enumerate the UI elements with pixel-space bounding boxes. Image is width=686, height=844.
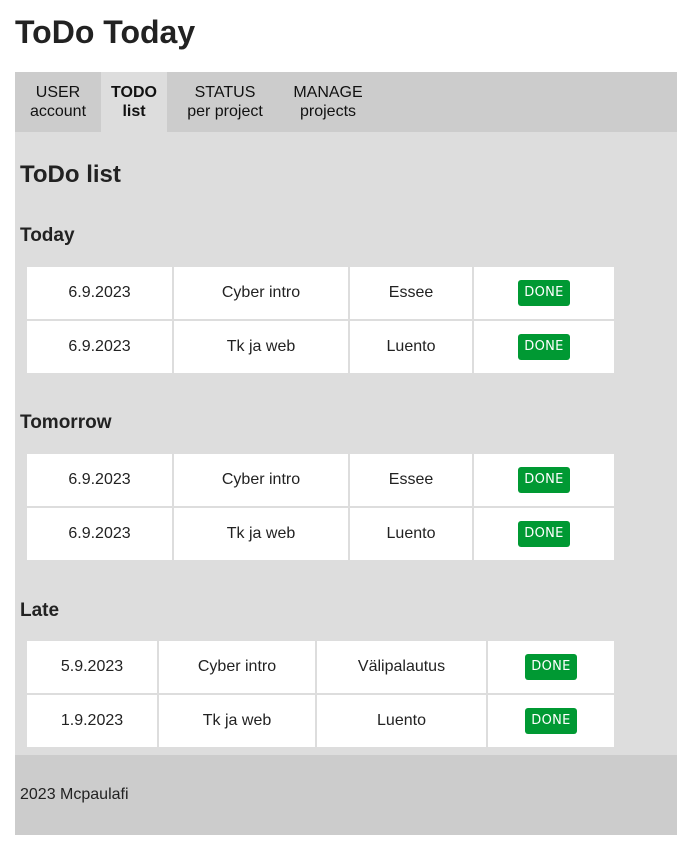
task-project: Cyber intro xyxy=(174,454,348,506)
task-action-cell: DONE xyxy=(488,695,614,747)
done-button[interactable]: DONE xyxy=(518,467,570,493)
nav-tab-manage-projects[interactable]: MANAGE projects xyxy=(283,72,373,132)
done-button[interactable]: DONE xyxy=(525,654,577,680)
task-project: Cyber intro xyxy=(159,641,315,693)
done-button[interactable]: DONE xyxy=(518,334,570,360)
footer: 2023 Mcpaulafi xyxy=(15,755,677,835)
task-date: 6.9.2023 xyxy=(27,267,172,319)
task-table-tomorrow: 6.9.2023 Cyber intro Essee DONE 6.9.2023… xyxy=(25,452,616,562)
nav-tab-sublabel: list xyxy=(122,103,146,120)
section-heading-tomorrow: Tomorrow xyxy=(20,412,112,433)
app-title: ToDo Today xyxy=(15,14,196,50)
nav-tab-label: USER xyxy=(35,84,81,101)
done-button[interactable]: DONE xyxy=(518,280,570,306)
task-project: Tk ja web xyxy=(174,321,348,373)
done-button[interactable]: DONE xyxy=(525,708,577,734)
table-row: 6.9.2023 Tk ja web Luento DONE xyxy=(27,321,614,373)
nav-tab-sublabel: projects xyxy=(299,103,357,120)
task-date: 1.9.2023 xyxy=(27,695,157,747)
table-row: 6.9.2023 Cyber intro Essee DONE xyxy=(27,267,614,319)
table-row: 1.9.2023 Tk ja web Luento DONE xyxy=(27,695,614,747)
table-row: 6.9.2023 Cyber intro Essee DONE xyxy=(27,454,614,506)
nav-tab-user-account[interactable]: USER account xyxy=(15,72,101,132)
nav-tab-label: STATUS xyxy=(194,84,256,101)
task-action-cell: DONE xyxy=(474,321,614,373)
nav-tab-label: MANAGE xyxy=(293,84,363,101)
nav-tab-sublabel: per project xyxy=(187,103,263,120)
done-button[interactable]: DONE xyxy=(518,521,570,547)
task-name: Luento xyxy=(317,695,486,747)
task-date: 6.9.2023 xyxy=(27,454,172,506)
task-action-cell: DONE xyxy=(474,508,614,560)
main-nav: USER account TODO list STATUS per projec… xyxy=(15,72,677,132)
table-row: 5.9.2023 Cyber intro Välipalautus DONE xyxy=(27,641,614,693)
task-action-cell: DONE xyxy=(488,641,614,693)
task-project: Tk ja web xyxy=(159,695,315,747)
task-table-today: 6.9.2023 Cyber intro Essee DONE 6.9.2023… xyxy=(25,265,616,375)
task-project: Cyber intro xyxy=(174,267,348,319)
task-name: Essee xyxy=(350,267,472,319)
main-content: ToDo list Today 6.9.2023 Cyber intro Ess… xyxy=(15,132,677,755)
task-action-cell: DONE xyxy=(474,267,614,319)
task-table-late: 5.9.2023 Cyber intro Välipalautus DONE 1… xyxy=(25,639,616,749)
nav-tab-label: TODO xyxy=(111,84,157,101)
task-name: Luento xyxy=(350,321,472,373)
task-name: Essee xyxy=(350,454,472,506)
task-date: 6.9.2023 xyxy=(27,321,172,373)
nav-tab-todo-list[interactable]: TODO list xyxy=(101,72,167,132)
section-heading-today: Today xyxy=(20,225,75,246)
task-project: Tk ja web xyxy=(174,508,348,560)
nav-tab-sublabel: account xyxy=(29,103,87,120)
task-name: Välipalautus xyxy=(317,641,486,693)
task-name: Luento xyxy=(350,508,472,560)
page-title: ToDo list xyxy=(20,161,121,188)
task-date: 5.9.2023 xyxy=(27,641,157,693)
nav-tab-status-per-project[interactable]: STATUS per project xyxy=(167,72,283,132)
task-date: 6.9.2023 xyxy=(27,508,172,560)
section-heading-late: Late xyxy=(20,600,60,621)
task-action-cell: DONE xyxy=(474,454,614,506)
footer-copyright: 2023 Mcpaulafi xyxy=(20,786,129,803)
table-row: 6.9.2023 Tk ja web Luento DONE xyxy=(27,508,614,560)
